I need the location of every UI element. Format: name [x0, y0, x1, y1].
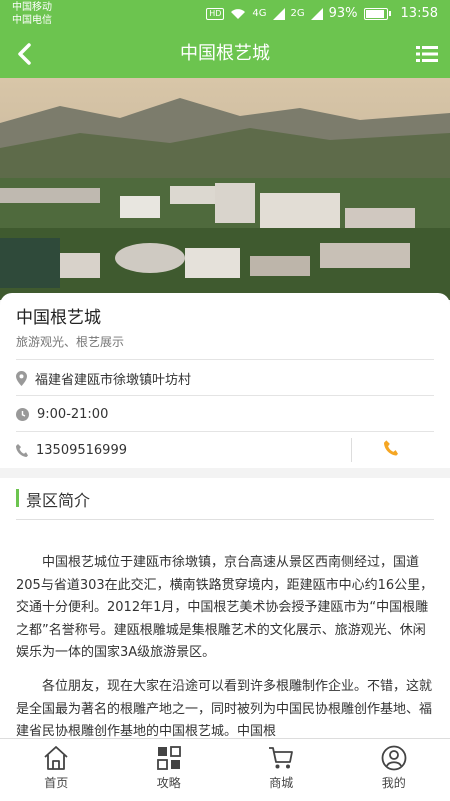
phone-small-icon [16, 444, 28, 457]
tab-home-label: 首页 [0, 774, 113, 791]
intro-title: 景区简介 [26, 487, 90, 511]
cart-icon [268, 745, 294, 771]
phone-text: 13509516999 [36, 443, 127, 458]
wifi-icon [230, 8, 246, 20]
page-title: 中国根艺城 [0, 30, 450, 78]
battery-icon [364, 8, 388, 20]
intro-paragraph-1: 中国根艺城位于建瓯市徐墩镇，京台高速从景区西南侧经过，国道205与省道303在此… [16, 552, 434, 665]
intro-paragraph-2: 各位朋友，现在大家在沿途可以看到许多根雕制作企业。不错，这就是全国最为著名的根雕… [16, 676, 434, 738]
call-phone-icon[interactable] [384, 440, 398, 456]
battery-percent: 93% [329, 6, 358, 21]
hours-row: 9:00-21:00 [16, 395, 434, 432]
grid-icon [156, 745, 182, 771]
carrier-1: 中国移动 [12, 1, 52, 14]
carrier-2: 中国电信 [12, 14, 52, 27]
user-icon [381, 745, 407, 771]
intro-section: 景区简介 中国根艺城位于建瓯市徐墩镇，京台高速从景区西南侧经过，国道205与省道… [0, 478, 450, 738]
menu-icon[interactable] [416, 44, 438, 64]
signal-1-icon [273, 8, 285, 20]
tab-bar: 首页 攻略 商城 我的 [0, 738, 450, 801]
signal-2-label: 2G [291, 8, 305, 19]
clock-icon [16, 408, 29, 421]
home-icon [43, 745, 69, 771]
hero-image [0, 78, 450, 300]
tab-guide-label: 攻略 [113, 774, 226, 791]
phone-row: 13509516999 [16, 431, 434, 468]
place-name: 中国根艺城 [16, 303, 101, 328]
clock: 13:58 [401, 6, 438, 21]
status-bar: 中国移动 中国电信 HD 4G 2G 93% 13:58 [0, 0, 450, 30]
hd-icon: HD [206, 8, 224, 20]
tab-home[interactable]: 首页 [0, 739, 113, 801]
place-info-card: 中国根艺城 旅游观光、根艺展示 福建省建瓯市徐墩镇叶坊村 9:00-21:00 … [0, 293, 450, 468]
nav-bar: 中国根艺城 [0, 30, 450, 78]
address-row[interactable]: 福建省建瓯市徐墩镇叶坊村 [16, 359, 434, 396]
intro-header: 景区简介 [16, 485, 434, 520]
signal-1-label: 4G [252, 8, 266, 19]
hours-text: 9:00-21:00 [37, 407, 108, 422]
section-accent-bar [16, 489, 19, 507]
place-tags: 旅游观光、根艺展示 [16, 333, 124, 350]
tab-mine[interactable]: 我的 [338, 739, 450, 801]
location-pin-icon [16, 371, 27, 386]
tab-shop-label: 商城 [225, 774, 338, 791]
carrier-info: 中国移动 中国电信 [12, 1, 52, 27]
tab-mine-label: 我的 [338, 774, 450, 791]
tab-shop[interactable]: 商城 [225, 739, 338, 801]
signal-2-icon [311, 8, 323, 20]
address-text: 福建省建瓯市徐墩镇叶坊村 [35, 369, 191, 388]
tab-guide[interactable]: 攻略 [113, 739, 226, 801]
